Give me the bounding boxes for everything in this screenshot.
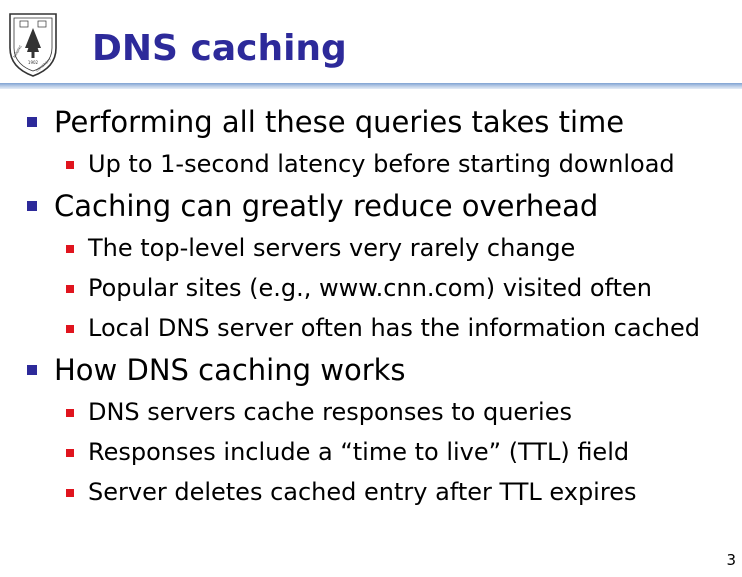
square-bullet-icon — [66, 409, 74, 417]
sub-bullet-text: DNS servers cache responses to queries — [88, 398, 572, 426]
square-bullet-icon — [27, 117, 37, 127]
bullet-2: Caching can greatly reduce overhead — [0, 184, 742, 228]
sub-bullet-2-1: The top-level servers very rarely change — [0, 228, 742, 268]
bullet-text: Caching can greatly reduce overhead — [54, 189, 599, 223]
sub-bullet-text: Local DNS server often has the informati… — [88, 314, 700, 342]
bullet-3: How DNS caching works — [0, 348, 742, 392]
sub-bullet-2-2: Popular sites (e.g., www.cnn.com) visite… — [0, 268, 742, 308]
sub-bullet-text: The top-level servers very rarely change — [88, 234, 576, 262]
sub-bullet-3-1: DNS servers cache responses to queries — [0, 392, 742, 432]
bullet-text: How DNS caching works — [54, 353, 406, 387]
page-number: 3 — [726, 551, 736, 569]
bullet-1: Performing all these queries takes time — [0, 100, 742, 144]
slide: 1902 NANJING UNIVERSITY DNS caching Perf… — [0, 0, 742, 577]
slide-title: DNS caching — [92, 28, 347, 69]
square-bullet-icon — [66, 285, 74, 293]
svg-text:1902: 1902 — [28, 60, 39, 65]
sub-bullet-2-3: Local DNS server often has the informati… — [0, 308, 742, 348]
sub-bullet-text: Server deletes cached entry after TTL ex… — [88, 478, 637, 506]
bullet-text: Performing all these queries takes time — [54, 105, 625, 139]
square-bullet-icon — [66, 449, 74, 457]
bullet-list: Performing all these queries takes time … — [0, 100, 742, 512]
sub-bullet-3-2: Responses include a “time to live” (TTL)… — [0, 432, 742, 472]
sub-bullet-1-1: Up to 1-second latency before starting d… — [0, 144, 742, 184]
square-bullet-icon — [66, 489, 74, 497]
square-bullet-icon — [66, 245, 74, 253]
sub-bullet-text: Responses include a “time to live” (TTL)… — [88, 438, 630, 466]
sub-bullet-text: Up to 1-second latency before starting d… — [88, 150, 675, 178]
title-divider — [0, 83, 742, 89]
sub-bullet-3-3: Server deletes cached entry after TTL ex… — [0, 472, 742, 512]
university-logo: 1902 NANJING UNIVERSITY — [6, 8, 60, 78]
square-bullet-icon — [66, 161, 74, 169]
square-bullet-icon — [27, 365, 37, 375]
university-seal-icon: 1902 NANJING UNIVERSITY — [9, 13, 57, 77]
square-bullet-icon — [66, 325, 74, 333]
square-bullet-icon — [27, 201, 37, 211]
sub-bullet-text: Popular sites (e.g., www.cnn.com) visite… — [88, 274, 652, 302]
